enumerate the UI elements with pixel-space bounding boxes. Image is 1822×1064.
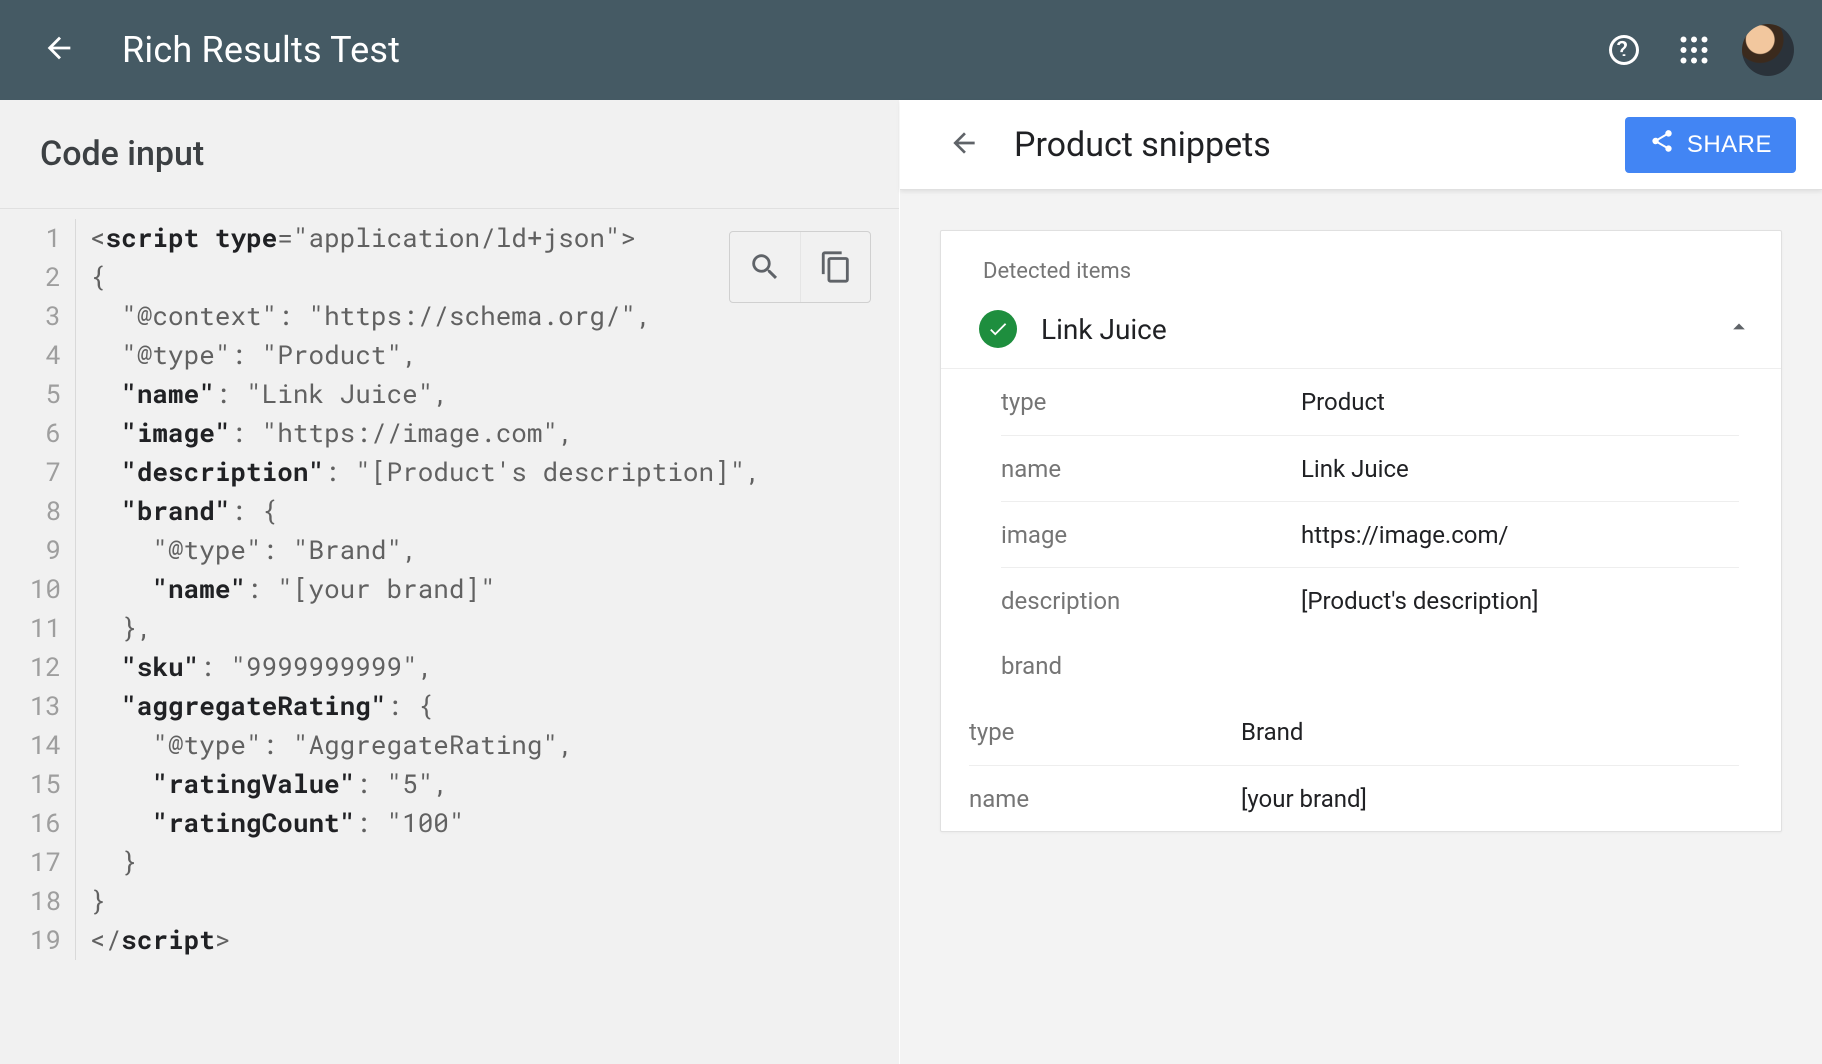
line-number: 14 <box>0 726 61 765</box>
line-number: 4 <box>0 336 61 375</box>
line-number: 3 <box>0 297 61 336</box>
line-number: 15 <box>0 765 61 804</box>
code-input-pane: Code input 12345678910111213141516171819… <box>0 100 900 1064</box>
code-line[interactable]: "name": "Link Juice", <box>90 375 761 414</box>
code-line[interactable]: "description": "[Product's description]"… <box>90 453 761 492</box>
copy-icon[interactable] <box>800 232 870 302</box>
code-line[interactable]: } <box>90 882 761 921</box>
share-button[interactable]: SHARE <box>1625 117 1796 173</box>
search-icon[interactable] <box>730 232 800 302</box>
code-line[interactable]: <script type="application/ld+json"> <box>90 219 761 258</box>
property-key: type <box>969 718 1241 746</box>
brand-section-row: brand <box>1001 633 1739 699</box>
line-number: 19 <box>0 921 61 960</box>
results-back-icon[interactable] <box>948 127 980 163</box>
code-input-title: Code input <box>0 100 899 209</box>
chevron-up-icon <box>1725 313 1753 345</box>
help-icon[interactable] <box>1598 24 1650 76</box>
back-arrow-icon[interactable] <box>42 31 76 69</box>
line-number: 10 <box>0 570 61 609</box>
property-row: typeBrand <box>969 699 1739 765</box>
brand-properties-list: typeBrandname[your brand] <box>941 699 1781 831</box>
detected-items-label: Detected items <box>941 231 1781 294</box>
property-value: https://image.com/ <box>1301 521 1739 549</box>
code-line[interactable]: "@type": "Product", <box>90 336 761 375</box>
property-value: [Product's description] <box>1301 587 1739 615</box>
app-header: Rich Results Test <box>0 0 1822 100</box>
code-line[interactable]: </script> <box>90 921 761 960</box>
share-button-label: SHARE <box>1687 131 1772 159</box>
code-line[interactable]: "@context": "https://schema.org/", <box>90 297 761 336</box>
share-icon <box>1649 128 1675 161</box>
brand-section-label: brand <box>1001 652 1301 680</box>
property-value: [your brand] <box>1241 785 1739 813</box>
property-row: imagehttps://image.com/ <box>1001 501 1739 567</box>
check-circle-icon <box>979 310 1017 348</box>
properties-list: typeProductnameLink Juiceimagehttps://im… <box>941 369 1781 633</box>
code-line[interactable]: "@type": "Brand", <box>90 531 761 570</box>
property-value: Product <box>1301 388 1739 416</box>
code-line[interactable]: "ratingCount": "100" <box>90 804 761 843</box>
line-number: 8 <box>0 492 61 531</box>
property-key: description <box>1001 587 1301 615</box>
code-line[interactable]: "@type": "AggregateRating", <box>90 726 761 765</box>
code-line[interactable]: } <box>90 843 761 882</box>
code-line[interactable]: }, <box>90 609 761 648</box>
apps-grid-icon[interactable] <box>1668 24 1720 76</box>
property-row: description[Product's description] <box>1001 567 1739 633</box>
property-row: name[your brand] <box>969 765 1739 831</box>
property-row: typeProduct <box>1001 369 1739 435</box>
line-number-gutter: 12345678910111213141516171819 <box>0 219 76 960</box>
code-line[interactable]: "aggregateRating": { <box>90 687 761 726</box>
property-row: nameLink Juice <box>1001 435 1739 501</box>
line-number: 2 <box>0 258 61 297</box>
property-value: Link Juice <box>1301 455 1739 483</box>
line-number: 6 <box>0 414 61 453</box>
code-line[interactable]: "ratingValue": "5", <box>90 765 761 804</box>
code-line[interactable]: "brand": { <box>90 492 761 531</box>
results-header: Product snippets SHARE <box>900 100 1822 190</box>
code-line[interactable]: "image": "https://image.com", <box>90 414 761 453</box>
property-key: name <box>969 785 1241 813</box>
line-number: 16 <box>0 804 61 843</box>
line-number: 7 <box>0 453 61 492</box>
property-key: image <box>1001 521 1301 549</box>
app-title: Rich Results Test <box>122 29 400 71</box>
code-editor[interactable]: 12345678910111213141516171819 <script ty… <box>0 209 899 1064</box>
code-content[interactable]: <script type="application/ld+json">{ "@c… <box>76 219 761 960</box>
line-number: 9 <box>0 531 61 570</box>
line-number: 13 <box>0 687 61 726</box>
avatar[interactable] <box>1742 24 1794 76</box>
detected-items-card: Detected items Link Juice typeProductnam… <box>940 230 1782 832</box>
code-line[interactable]: "sku": "9999999999", <box>90 648 761 687</box>
code-toolbar <box>729 231 871 303</box>
line-number: 1 <box>0 219 61 258</box>
detected-item-name: Link Juice <box>1041 313 1725 346</box>
line-number: 5 <box>0 375 61 414</box>
line-number: 17 <box>0 843 61 882</box>
property-key: name <box>1001 455 1301 483</box>
line-number: 12 <box>0 648 61 687</box>
results-title: Product snippets <box>1014 125 1271 165</box>
line-number: 18 <box>0 882 61 921</box>
detected-item-row[interactable]: Link Juice <box>941 294 1781 369</box>
code-line[interactable]: "name": "[your brand]" <box>90 570 761 609</box>
results-pane: Product snippets SHARE Detected items Li… <box>900 100 1822 1064</box>
code-line[interactable]: { <box>90 258 761 297</box>
property-value: Brand <box>1241 718 1739 746</box>
property-key: type <box>1001 388 1301 416</box>
line-number: 11 <box>0 609 61 648</box>
